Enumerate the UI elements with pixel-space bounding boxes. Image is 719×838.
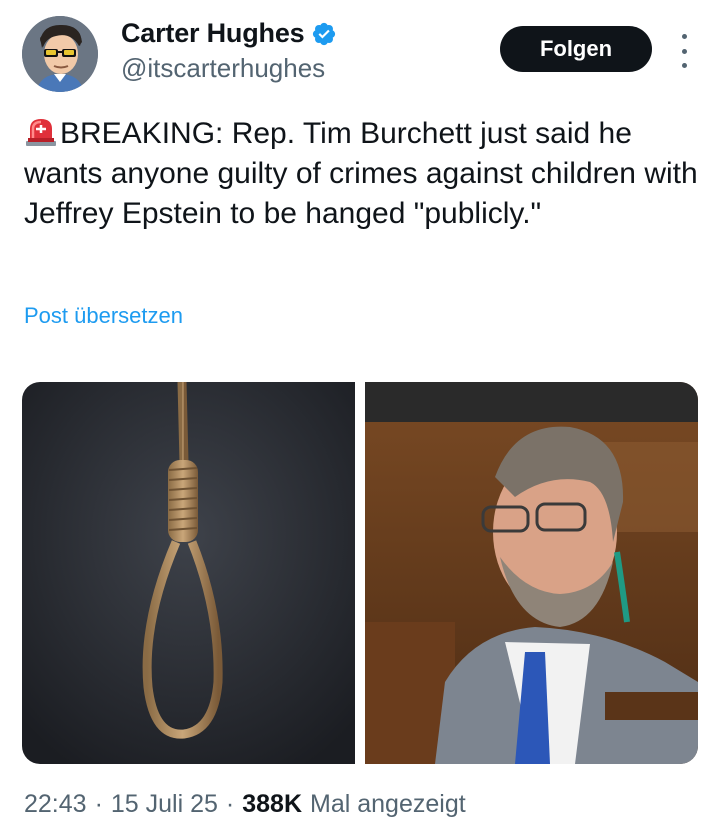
avatar[interactable] bbox=[22, 16, 98, 92]
meta-separator: · bbox=[225, 790, 235, 818]
post-date[interactable]: 15 Juli 25 bbox=[111, 790, 218, 819]
post-header: Carter Hughes @itscarterhughes Folgen bbox=[22, 16, 697, 96]
more-options-icon[interactable] bbox=[675, 34, 693, 68]
siren-icon bbox=[26, 119, 56, 146]
follow-button[interactable]: Folgen bbox=[500, 26, 652, 72]
post-meta: 22:43 · 15 Juli 25 · 388K Mal angezeigt bbox=[24, 790, 466, 819]
views-label: Mal angezeigt bbox=[310, 790, 466, 818]
verified-badge-icon bbox=[313, 22, 336, 45]
man-portrait-image[interactable] bbox=[365, 382, 698, 764]
author-name[interactable]: Carter Hughes bbox=[121, 18, 305, 49]
author-handle[interactable]: @itscarterhughes bbox=[121, 53, 337, 84]
user-info: Carter Hughes @itscarterhughes bbox=[121, 18, 337, 84]
views-count: 388K bbox=[242, 790, 303, 818]
meta-separator: · bbox=[94, 790, 103, 818]
translate-link[interactable]: Post übersetzen bbox=[24, 303, 183, 329]
noose-image[interactable] bbox=[22, 382, 355, 764]
post-media bbox=[22, 382, 698, 764]
post-text: BREAKING: Rep. Tim Burchett just said he… bbox=[24, 117, 698, 230]
post-time[interactable]: 22:43 bbox=[24, 790, 87, 819]
post-text-container: BREAKING: Rep. Tim Burchett just said he… bbox=[24, 114, 704, 234]
